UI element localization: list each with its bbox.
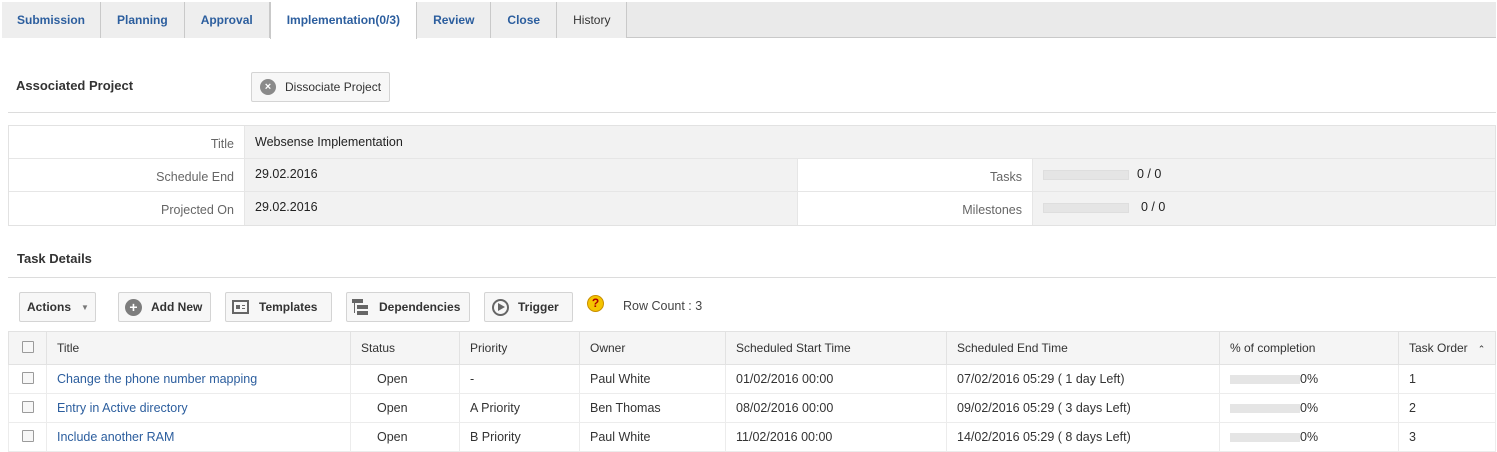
completion-bar: [1230, 404, 1300, 414]
task-title-link[interactable]: Change the phone number mapping: [57, 372, 257, 386]
completion-bar: [1230, 375, 1300, 385]
close-circle-icon: ×: [260, 79, 276, 95]
schedule-end-value: 29.02.2016: [245, 159, 797, 191]
milestones-label: Milestones: [797, 192, 1033, 225]
row-checkbox[interactable]: [8, 364, 47, 394]
dependencies-label: Dependencies: [379, 300, 461, 314]
task-order: 1: [1398, 364, 1496, 394]
column-owner[interactable]: Owner: [579, 331, 726, 365]
completion-value: 0%: [1300, 372, 1319, 386]
task-start: 11/02/2016 00:00: [725, 422, 947, 452]
column-title[interactable]: Title: [46, 331, 351, 365]
play-circle-icon: [492, 298, 509, 316]
add-new-label: Add New: [151, 300, 203, 314]
tab-planning[interactable]: Planning: [101, 2, 185, 38]
tab-approval[interactable]: Approval: [184, 2, 270, 38]
task-status: Open: [350, 364, 460, 394]
add-new-button[interactable]: + Add New: [118, 292, 211, 322]
milestones-progress: 0 / 0: [1033, 192, 1495, 225]
sort-ascending-icon[interactable]: ⌃: [1478, 344, 1486, 354]
task-details-heading: Task Details: [17, 251, 92, 266]
table-row: Include another RAM Open B Priority Paul…: [8, 422, 1496, 452]
column-scheduled-end[interactable]: Scheduled End Time: [946, 331, 1220, 365]
row-checkbox[interactable]: [8, 422, 47, 452]
project-title-value: Websense Implementation: [245, 126, 1495, 158]
task-title-link[interactable]: Entry in Active directory: [57, 401, 188, 415]
task-completion: 0%: [1219, 422, 1399, 452]
tasks-progress-bar: [1043, 169, 1129, 180]
project-info-grid: Title Websense Implementation Schedule E…: [8, 125, 1496, 226]
task-order-label: Task Order: [1409, 341, 1468, 355]
task-title[interactable]: Entry in Active directory: [46, 393, 351, 423]
task-title[interactable]: Change the phone number mapping: [46, 364, 351, 394]
help-icon[interactable]: ?: [587, 295, 604, 312]
templates-button[interactable]: Templates: [225, 292, 332, 322]
row-count: Row Count : 3: [623, 299, 703, 313]
milestones-count: 0 / 0: [1141, 200, 1166, 214]
projected-on-label: Projected On: [9, 192, 245, 225]
completion-value: 0%: [1300, 430, 1319, 444]
column-scheduled-start[interactable]: Scheduled Start Time: [725, 331, 947, 365]
tab-implementation[interactable]: Implementation(0/3): [269, 2, 418, 39]
tasks-count: 0 / 0: [1137, 167, 1162, 181]
table-row: Entry in Active directory Open A Priorit…: [8, 393, 1496, 423]
template-icon: [232, 300, 249, 314]
task-status: Open: [350, 422, 460, 452]
tasks-label: Tasks: [797, 159, 1033, 191]
trigger-label: Trigger: [518, 300, 559, 314]
tasks-progress: 0 / 0: [1033, 159, 1495, 191]
row-checkbox[interactable]: [8, 393, 47, 423]
dependencies-button[interactable]: Dependencies: [346, 292, 470, 322]
task-start: 08/02/2016 00:00: [725, 393, 947, 423]
task-order: 2: [1398, 393, 1496, 423]
tab-history[interactable]: History: [557, 2, 628, 38]
column-priority[interactable]: Priority: [459, 331, 580, 365]
column-status[interactable]: Status: [350, 331, 460, 365]
task-status: Open: [350, 393, 460, 423]
task-owner: Ben Thomas: [579, 393, 726, 423]
select-all-checkbox[interactable]: [8, 331, 47, 365]
task-start: 01/02/2016 00:00: [725, 364, 947, 394]
completion-bar: [1230, 433, 1300, 443]
dissociate-project-label: Dissociate Project: [285, 80, 382, 94]
column-completion[interactable]: % of completion: [1219, 331, 1399, 365]
task-end: 14/02/2016 05:29 ( 8 days Left): [946, 422, 1220, 452]
column-task-order[interactable]: Task Order ⌃: [1398, 331, 1496, 365]
task-table: Title Status Priority Owner Scheduled St…: [8, 331, 1496, 452]
milestones-progress-bar: [1043, 202, 1129, 213]
tab-bar: Submission Planning Approval Implementat…: [2, 2, 1496, 39]
task-end: 09/02/2016 05:29 ( 3 days Left): [946, 393, 1220, 423]
task-end: 07/02/2016 05:29 ( 1 day Left): [946, 364, 1220, 394]
completion-value: 0%: [1300, 401, 1319, 415]
associated-project-heading: Associated Project: [16, 78, 134, 93]
templates-label: Templates: [259, 300, 318, 314]
tab-review[interactable]: Review: [417, 2, 492, 38]
tab-submission[interactable]: Submission: [2, 2, 102, 38]
task-title-link[interactable]: Include another RAM: [57, 430, 174, 444]
actions-label: Actions: [27, 300, 72, 314]
trigger-button[interactable]: Trigger: [484, 292, 573, 322]
table-header-row: Title Status Priority Owner Scheduled St…: [8, 331, 1496, 365]
task-priority: B Priority: [459, 422, 580, 452]
task-owner: Paul White: [579, 364, 726, 394]
dissociate-project-button[interactable]: × Dissociate Project: [251, 72, 391, 102]
divider: [8, 277, 1496, 278]
task-priority: -: [459, 364, 580, 394]
divider: [8, 112, 1496, 113]
schedule-end-label: Schedule End: [9, 159, 245, 191]
task-completion: 0%: [1219, 364, 1399, 394]
projected-on-value: 29.02.2016: [245, 192, 797, 225]
caret-down-icon: ▼: [81, 302, 89, 312]
title-label: Title: [9, 126, 245, 158]
actions-dropdown[interactable]: Actions ▼: [19, 292, 96, 322]
task-owner: Paul White: [579, 422, 726, 452]
task-order: 3: [1398, 422, 1496, 452]
dependencies-icon: [352, 299, 369, 315]
tab-close[interactable]: Close: [491, 2, 558, 38]
plus-circle-icon: +: [125, 298, 142, 316]
table-row: Change the phone number mapping Open - P…: [8, 364, 1496, 394]
task-completion: 0%: [1219, 393, 1399, 423]
task-priority: A Priority: [459, 393, 580, 423]
task-title[interactable]: Include another RAM: [46, 422, 351, 452]
